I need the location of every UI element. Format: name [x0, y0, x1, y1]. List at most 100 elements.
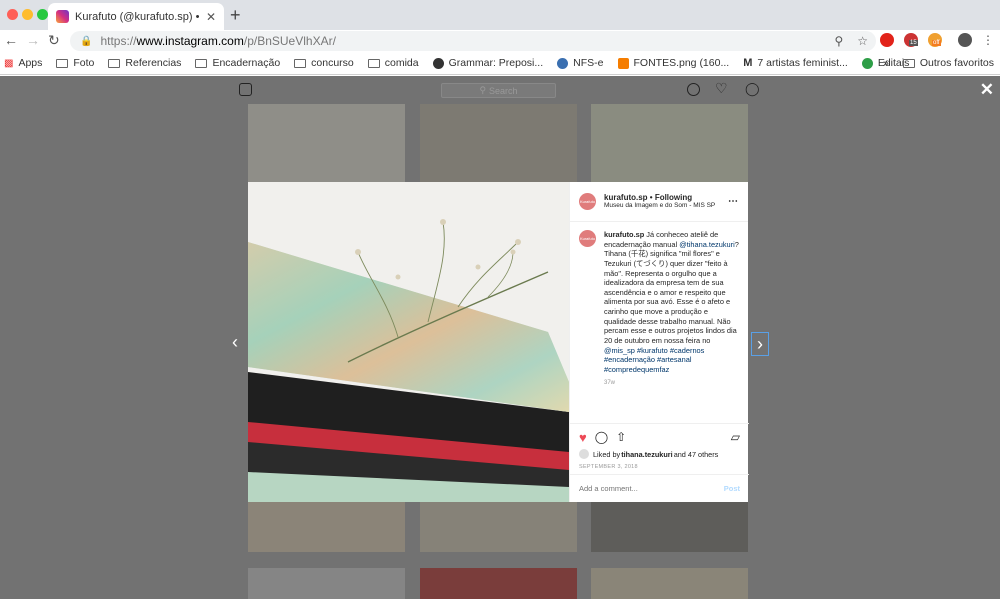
caption-text: kurafuto.sp Já conheceo ateliê de encade…	[604, 230, 739, 374]
folder-icon	[902, 58, 915, 68]
bookmark-label: Foto	[73, 57, 95, 69]
search-input[interactable]: ⚲ Search	[441, 83, 556, 98]
url-host: www.instagram.com	[136, 34, 244, 48]
caption-part: ? Tihana (千花) significa "mil flores" e T…	[604, 239, 739, 345]
avatar[interactable]: Kurafuto	[579, 230, 596, 247]
lock-icon: 🔒	[80, 35, 93, 47]
post-sidebar: Kurafuto kurafuto.sp • Following Museu d…	[569, 182, 749, 502]
avatar[interactable]: Kurafuto	[579, 193, 596, 210]
browser-tab[interactable]: Kurafuto (@kurafuto.sp) • Insta ✕	[48, 3, 224, 30]
back-icon[interactable]: ←	[4, 32, 18, 48]
tab-strip: Kurafuto (@kurafuto.sp) • Insta ✕ +	[0, 0, 1000, 30]
post-header: Kurafuto kurafuto.sp • Following Museu d…	[570, 182, 748, 222]
tab-close-icon[interactable]: ✕	[206, 10, 216, 24]
add-comment-bar: Post	[570, 474, 749, 502]
bookmark-label: Grammar: Preposi...	[448, 57, 544, 69]
username-link[interactable]: kurafuto.sp	[604, 193, 648, 202]
bookmark-apps[interactable]: ▩ Apps	[4, 57, 42, 69]
post-header-text: kurafuto.sp • Following Museu da Imagem …	[604, 193, 720, 210]
apps-grid-icon: ▩	[4, 57, 14, 69]
caption-comment: Kurafuto kurafuto.sp Já conheceo ateliê …	[570, 222, 748, 374]
grid-post[interactable]	[248, 568, 405, 599]
bookmark-folder-foto[interactable]: Foto	[56, 57, 94, 69]
bookmark-other-favorites[interactable]: Outros favoritos	[902, 57, 994, 69]
instagram-page: ⚲ Search ♡ ◯ ✕ ‹ › Kurafuto kurafuto.sp …	[0, 76, 1000, 599]
close-window-button[interactable]	[7, 9, 18, 20]
extension-icon[interactable]: off	[928, 33, 942, 47]
bookmark-label: Apps	[18, 57, 43, 69]
zoom-search-icon[interactable]: ⚲	[834, 34, 843, 48]
opera-extension-icon[interactable]	[880, 33, 894, 47]
caption-username[interactable]: kurafuto.sp	[604, 230, 644, 239]
grid-post[interactable]	[420, 104, 577, 182]
comment-age: 37w	[604, 380, 616, 387]
grid-post[interactable]	[420, 568, 577, 599]
more-options-icon[interactable]: ⋯	[728, 196, 739, 207]
next-post-arrow-icon[interactable]: ›	[751, 332, 769, 356]
folder-icon	[294, 58, 307, 68]
instagram-nav: ⚲ Search ♡ ◯	[0, 76, 1000, 104]
maximize-window-button[interactable]	[37, 9, 48, 20]
bookmark-label: FONTES.png (160...	[633, 57, 730, 69]
close-modal-icon[interactable]: ✕	[980, 80, 994, 100]
instagram-logo-icon[interactable]	[239, 83, 252, 96]
minimize-window-button[interactable]	[22, 9, 33, 20]
address-bar[interactable]: 🔒 https://www.instagram.com/p/BnSUeVlhXA…	[70, 31, 876, 51]
bookmark-nfse[interactable]: NFS-e	[557, 57, 604, 69]
bookmarks-bar: ▩ Apps Foto Referencias Encadernação conc…	[0, 52, 1000, 75]
extensions-area: 15 off ⋮	[880, 33, 994, 47]
grid-post[interactable]	[420, 502, 577, 552]
bookmark-folder-comida[interactable]: comida	[367, 57, 419, 69]
reload-icon[interactable]: ↻	[48, 32, 60, 49]
location-link[interactable]: Museu da Imagem e do Som - MIS SP	[604, 202, 720, 209]
bookmark-label: 7 artistas feminist...	[757, 57, 848, 69]
tab-title: Kurafuto (@kurafuto.sp) • Insta	[75, 10, 200, 23]
likes-others-link[interactable]: and 47 others	[674, 450, 719, 459]
folder-icon	[56, 58, 69, 68]
url-text[interactable]: https://www.instagram.com/p/BnSUeVlhXAr/	[100, 34, 335, 48]
share-icon[interactable]: ⇧	[616, 430, 626, 444]
folder-icon	[367, 58, 380, 68]
previous-post-arrow-icon[interactable]: ‹	[232, 332, 238, 353]
bookmark-grammar[interactable]: Grammar: Preposi...	[432, 57, 544, 69]
activity-heart-icon[interactable]: ♡	[715, 80, 728, 97]
grid-post[interactable]	[248, 502, 405, 552]
bookmark-folder-concurso[interactable]: concurso	[294, 57, 354, 69]
globe-icon	[432, 57, 444, 69]
mention-link[interactable]: @mis_sp	[604, 346, 635, 355]
grid-post[interactable]	[591, 104, 748, 182]
explore-icon[interactable]	[687, 83, 700, 96]
grid-post[interactable]	[248, 104, 405, 182]
grid-post[interactable]	[591, 502, 748, 552]
bookmarks-overflow-icon[interactable]: »	[883, 57, 889, 69]
like-heart-icon[interactable]: ♥	[579, 430, 587, 445]
bookmark-star-icon[interactable]: ☆	[857, 34, 868, 48]
bookmark-fontes[interactable]: FONTES.png (160...	[617, 57, 730, 69]
bookmark-label: comida	[384, 57, 419, 69]
profile-icon[interactable]: ◯	[745, 81, 760, 97]
bookmark-folder-encadernacao[interactable]: Encadernação	[195, 57, 280, 69]
mention-link[interactable]: @tihana.tezukuri	[679, 240, 735, 249]
instagram-favicon-icon	[56, 10, 69, 23]
bookmark-label: concurso	[311, 57, 354, 69]
forward-icon[interactable]: →	[26, 32, 40, 48]
new-tab-button[interactable]: +	[230, 5, 241, 26]
liker-avatar	[579, 449, 589, 459]
likes-summary: Liked by tihana.tezukuri and 47 others	[579, 449, 740, 459]
post-header-user: kurafuto.sp • Following	[604, 193, 693, 203]
comment-icon[interactable]: ◯	[595, 430, 608, 444]
likes-user-link[interactable]: tihana.tezukuri	[621, 450, 673, 459]
post-actions: ♥ ◯ ⇧ ▱ Liked by tihana.tezukuri and 47 …	[570, 423, 749, 470]
grid-post[interactable]	[591, 568, 748, 599]
profile-avatar-icon[interactable]	[958, 33, 972, 47]
save-bookmark-icon[interactable]: ▱	[731, 430, 740, 444]
browser-toolbar: ← → ↻ 🔒 https://www.instagram.com/p/BnSU…	[0, 30, 1000, 52]
extension-icon[interactable]: 15	[904, 33, 918, 47]
bookmark-artistas[interactable]: M 7 artistas feminist...	[743, 57, 848, 69]
post-photo[interactable]	[248, 182, 569, 502]
following-button[interactable]: Following	[655, 193, 692, 202]
comment-input[interactable]	[579, 484, 724, 493]
browser-menu-icon[interactable]: ⋮	[982, 33, 994, 47]
post-comment-button[interactable]: Post	[724, 484, 740, 493]
bookmark-folder-referencias[interactable]: Referencias	[108, 57, 181, 69]
